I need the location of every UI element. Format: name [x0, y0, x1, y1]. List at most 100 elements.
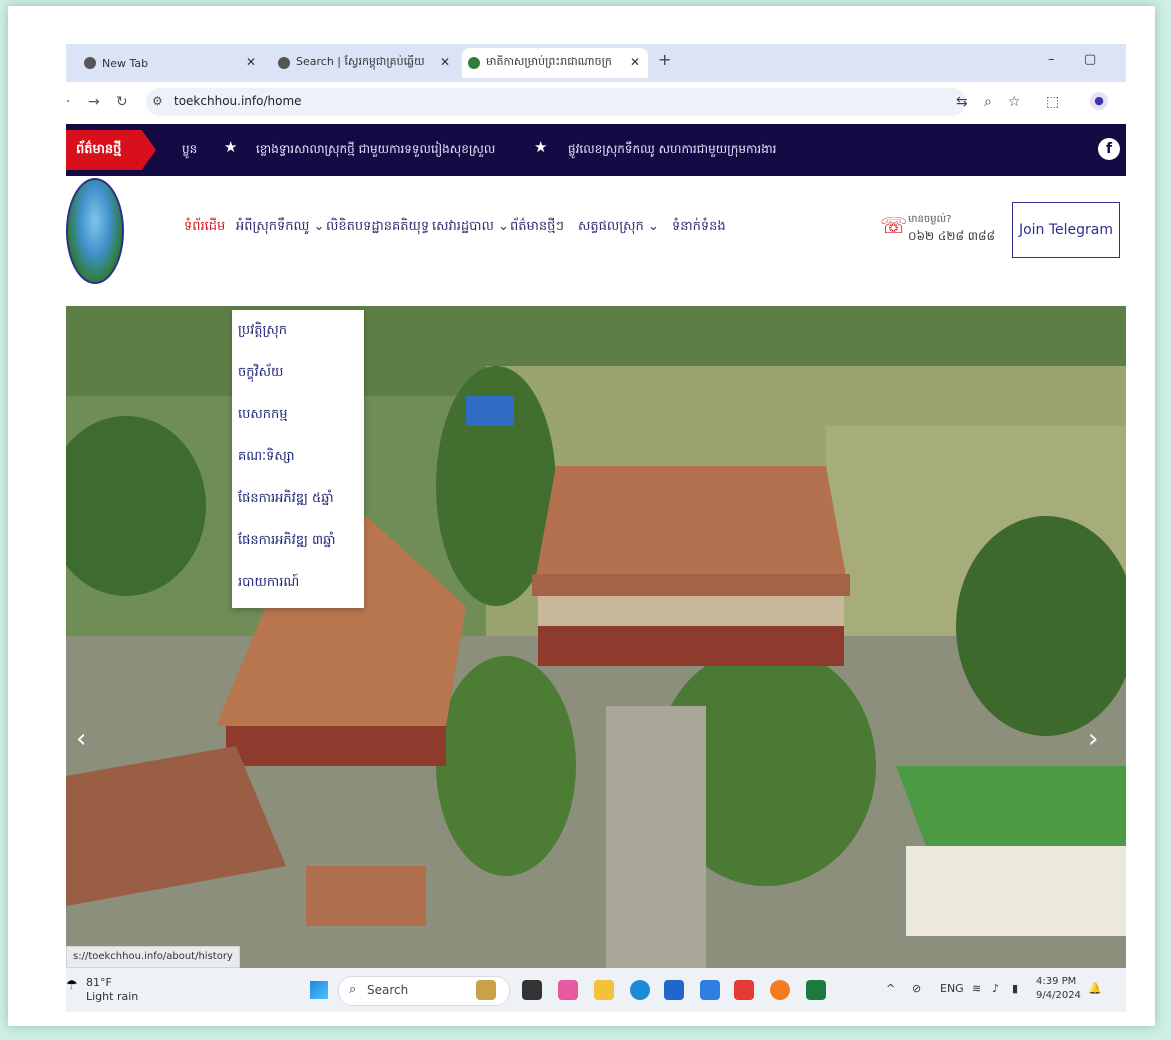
news-ticker: ព័ត៌មានថ្មី ប្លូន ★ ខ្លោងទ្វារសាលាស្រុកថ… — [66, 124, 1126, 176]
forward-icon[interactable]: → — [88, 94, 100, 110]
tab-active[interactable]: មាតិកាសម្រាប់ព្រះរាជាណាចក្រ ✕ — [462, 48, 648, 78]
start-button[interactable] — [310, 981, 328, 999]
extensions-icon[interactable]: ⬚ — [1046, 94, 1059, 110]
url-text: toekchhou.info/home — [174, 94, 302, 108]
task-view-icon[interactable] — [522, 980, 542, 1000]
chat-icon[interactable] — [558, 980, 578, 1000]
site-info-icon[interactable]: ⚙ — [152, 94, 163, 108]
screenshot-frame: New Tab ✕ Search | ស្វែរកម្ពុជាគ្រប់ឆ្លើ… — [8, 6, 1155, 1026]
dropdown-item-mission[interactable]: បេសកកម្ម — [232, 394, 364, 436]
nav-label: ទំនាក់ទំនង — [672, 219, 726, 234]
star-icon: ★ — [534, 138, 548, 156]
nav-label: លិខិតបទដ្ឋានគតិយុទ្ធ — [326, 219, 430, 234]
carousel-next-button[interactable]: › — [1088, 724, 1098, 754]
nav-label: ព័ត៌មានថ្មីៗ — [510, 219, 564, 234]
dropdown-item-plan-5y[interactable]: ផែនការអភិវឌ្ឍ ៥ឆ្នាំ — [232, 478, 364, 520]
browser-window: New Tab ✕ Search | ស្វែរកម្ពុជាគ្រប់ឆ្លើ… — [66, 44, 1126, 1012]
tab-new-tab[interactable]: New Tab ✕ — [84, 48, 264, 78]
url-field[interactable]: ⚙ toekchhou.info/home — [146, 88, 966, 116]
minimize-icon[interactable]: – — [1048, 52, 1055, 67]
close-icon[interactable]: ✕ — [630, 55, 640, 69]
hero-carousel: ‹ › — [66, 306, 1126, 968]
close-icon[interactable]: ✕ — [440, 55, 450, 69]
nav-news[interactable]: ព័ត៌មានថ្មីៗ — [510, 218, 564, 237]
nav-home[interactable]: ទំព័រដើម — [184, 218, 225, 237]
ticker-item[interactable]: ប្លូន — [182, 141, 197, 159]
chevron-up-icon[interactable]: ^ — [886, 982, 895, 995]
battery-icon[interactable]: ▮ — [1012, 982, 1018, 995]
chevron-down-icon: ⌄ — [498, 219, 509, 234]
weather-temp: 81°F — [86, 976, 112, 989]
about-dropdown: ប្រវត្តិស្រុក ចក្ខុវិស័យ បេសកកម្ម គណៈទិស… — [232, 310, 364, 608]
widget-icon[interactable] — [476, 980, 496, 1000]
star-icon: ★ — [224, 138, 238, 156]
address-bar-row: · → ↻ ⚙ toekchhou.info/home ⇆ ⌕ ☆ ⬚ ● — [66, 82, 1126, 124]
notification-icon[interactable]: 🔔 — [1088, 982, 1102, 995]
chevron-down-icon: ⌄ — [313, 219, 325, 234]
site-logo-icon — [468, 57, 480, 69]
ticker-item[interactable]: ខ្លោងទ្វារសាលាស្រុកថ្មី ជាមួយការទទួលរៀងស… — [256, 141, 495, 159]
phone-question: មានចម្ងល់? — [908, 214, 952, 225]
clock-time[interactable]: 4:39 PM — [1036, 976, 1076, 987]
restore-icon[interactable]: ▢ — [1084, 52, 1096, 67]
bookmark-star-icon[interactable]: ☆ — [1008, 94, 1021, 110]
tab-search[interactable]: Search | ស្វែរកម្ពុជាគ្រប់ឆ្លើយ ✕ — [278, 48, 458, 78]
globe-icon — [278, 57, 290, 69]
tab-label: មាតិកាសម្រាប់ព្រះរាជាណាចក្រ — [486, 55, 612, 68]
tab-label: New Tab — [102, 56, 149, 70]
tab-bar: New Tab ✕ Search | ស្វែរកម្ពុជាគ្រប់ឆ្លើ… — [66, 44, 1126, 82]
search-label: Search — [367, 983, 409, 997]
reload-icon[interactable]: ↻ — [116, 94, 128, 110]
chevron-down-icon: ⌄ — [647, 219, 659, 234]
dropdown-item-reports[interactable]: របាយការណ៍ — [232, 562, 364, 604]
edge-icon[interactable] — [630, 980, 650, 1000]
ticker-item[interactable]: ផ្លូវលេខស្រុកទឹកឈូ សហការជាមួយក្រុមការងារ — [568, 141, 776, 159]
nav-label: អំពីស្រុកទឹកឈូ — [236, 219, 310, 234]
facebook-icon[interactable]: f — [1098, 138, 1120, 160]
security-icon[interactable]: ⊘ — [912, 982, 921, 995]
dropdown-item-plan-3y[interactable]: ផែនការអភិវឌ្ឍ ៣ឆ្នាំ — [232, 520, 364, 562]
nav-legal[interactable]: លិខិតបទដ្ឋានគតិយុទ្ធ — [326, 218, 429, 237]
translate-icon[interactable]: ⇆ — [956, 94, 968, 110]
nav-products[interactable]: សត្វផលស្រុក ⌄ — [578, 218, 659, 237]
dropdown-item-history[interactable]: ប្រវត្តិស្រុក — [232, 310, 364, 352]
zoom-icon[interactable]: ⌕ — [984, 94, 992, 110]
store-icon[interactable] — [664, 980, 684, 1000]
phone-number[interactable]: ០៦២ ៤២៨ ៣៨៨ — [908, 228, 995, 246]
nav-about[interactable]: អំពីស្រុកទឹកឈូ ⌄ — [236, 218, 324, 237]
ticker-tag: ព័ត៌មានថ្មី — [66, 130, 156, 170]
windows-taskbar: ☂ 81°F Light rain ⌕ Search ^ ⊘ ENG ≋ ♪ ▮… — [66, 968, 1126, 1012]
nav-services[interactable]: សេវារដ្ឋបាល ⌄ — [432, 218, 509, 237]
status-url: s://toekchhou.info/about/history — [66, 946, 240, 968]
carousel-prev-button[interactable]: ‹ — [76, 724, 86, 754]
youtube-icon[interactable] — [734, 980, 754, 1000]
weather-desc: Light rain — [86, 990, 139, 1003]
weather-icon[interactable]: ☂ — [66, 978, 78, 993]
join-telegram-button[interactable]: Join Telegram — [1012, 202, 1120, 258]
dropdown-item-structure[interactable]: គណៈទិស្សា — [232, 436, 364, 478]
volume-icon[interactable]: ♪ — [992, 982, 999, 995]
nav-contact[interactable]: ទំនាក់ទំនង — [672, 218, 726, 237]
phone-icon: ☏ — [880, 214, 908, 239]
site-header: ទំព័រដើម អំពីស្រុកទឹកឈូ ⌄ លិខិតបទដ្ឋានគត… — [66, 176, 1126, 288]
clock-date[interactable]: 9/4/2024 — [1036, 990, 1081, 1001]
profile-avatar[interactable]: ● — [1090, 92, 1108, 110]
app-icon[interactable] — [700, 980, 720, 1000]
back-icon[interactable]: · — [66, 94, 70, 110]
wifi-icon[interactable]: ≋ — [972, 982, 981, 995]
new-tab-button[interactable]: + — [658, 50, 671, 69]
tab-label: Search | ស្វែរកម្ពុជាគ្រប់ឆ្លើយ — [296, 55, 425, 68]
nav-label: ទំព័រដើម — [184, 219, 226, 234]
nav-label: សត្វផលស្រុក — [578, 219, 644, 234]
search-icon: ⌕ — [349, 982, 357, 997]
close-icon[interactable]: ✕ — [246, 55, 256, 69]
nav-label: សេវារដ្ឋបាល — [432, 219, 494, 234]
dropdown-item-vision[interactable]: ចក្ខុវិស័យ — [232, 352, 364, 394]
chrome-icon[interactable] — [770, 980, 790, 1000]
excel-icon[interactable] — [806, 980, 826, 1000]
language-indicator[interactable]: ENG — [940, 982, 964, 995]
file-explorer-icon[interactable] — [594, 980, 614, 1000]
hero-image — [66, 306, 1126, 968]
site-logo[interactable] — [66, 178, 124, 284]
globe-icon — [84, 57, 96, 69]
